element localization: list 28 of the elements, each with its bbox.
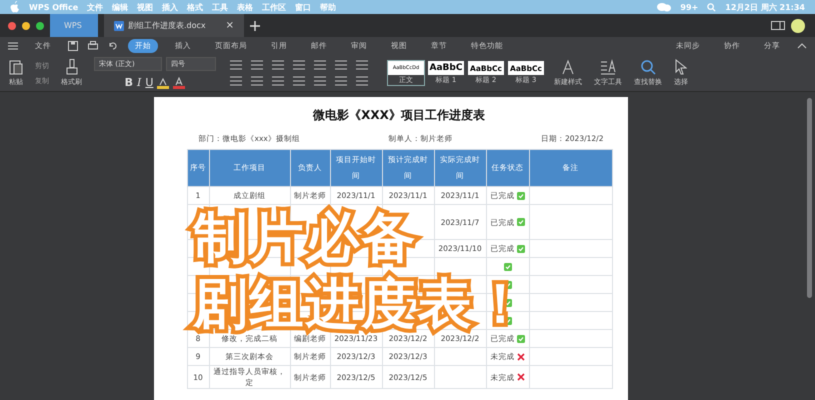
- clock-text: 12月2日 周六 21:34: [725, 2, 805, 12]
- text-tool-icon[interactable]: [600, 59, 616, 75]
- paste-icon[interactable]: [9, 59, 23, 75]
- brush-icon[interactable]: [66, 59, 78, 75]
- menu-icon[interactable]: [8, 42, 18, 50]
- overlay-headline: 制片必备: [188, 205, 424, 271]
- zoom-window-icon[interactable]: [36, 22, 44, 30]
- minimize-window-icon[interactable]: [22, 22, 30, 30]
- word-document-icon: [114, 20, 124, 30]
- avatar-icon[interactable]: [791, 18, 805, 32]
- undo-icon[interactable]: [108, 41, 118, 51]
- save-icon[interactable]: [68, 41, 78, 51]
- collapse-ribbon-icon[interactable]: [797, 43, 807, 49]
- format-button[interactable]: I: [136, 76, 142, 89]
- print-icon[interactable]: [88, 41, 98, 51]
- highlighter-icon[interactable]: [157, 76, 170, 88]
- close-window-icon[interactable]: [8, 22, 16, 30]
- cursor-icon[interactable]: [675, 59, 687, 75]
- search-icon[interactable]: [640, 59, 656, 75]
- format-button[interactable]: B: [124, 76, 133, 89]
- document-title: 微电影《XXX》项目工作进度表: [312, 107, 486, 124]
- pen-icon[interactable]: [560, 59, 576, 75]
- document-tab[interactable]: 剧组工作进度表.docx ×: [104, 14, 244, 37]
- new-tab-icon[interactable]: [250, 20, 260, 30]
- format-button[interactable]: U: [145, 76, 154, 89]
- window-layout-icon[interactable]: [771, 21, 785, 30]
- font-color-icon[interactable]: [173, 76, 186, 88]
- notification-count: 99+: [680, 2, 698, 12]
